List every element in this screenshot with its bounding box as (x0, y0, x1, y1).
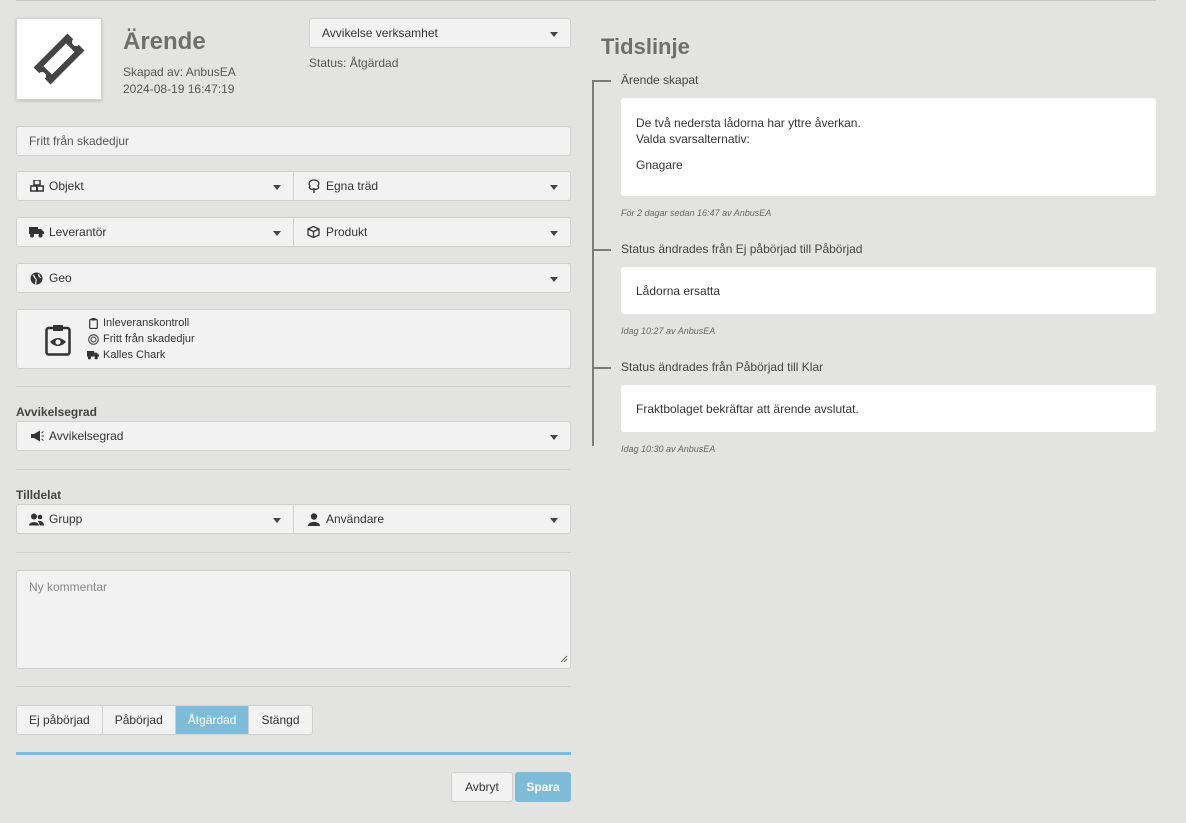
divider (16, 552, 571, 553)
chevron-down-icon (550, 518, 558, 523)
timeline-event-footer: Idag 10:27 av AnbusEA (621, 326, 716, 336)
globe-icon (29, 271, 44, 285)
created-by: Skapad av: AnbusEA (123, 65, 236, 79)
page-title: Ärende (123, 28, 206, 55)
objekt-label: Objekt (49, 179, 84, 193)
timeline-event-text: Valda svarsalternativ: (636, 132, 750, 146)
timeline-event-text: Fraktbolaget bekräftar att ärende avslut… (636, 402, 859, 416)
timeline-line (592, 80, 594, 446)
checkpoint-lines: Inleveranskontroll Fritt från skadedjur … (87, 315, 195, 363)
subject-input[interactable]: Fritt från skadedjur (16, 126, 571, 156)
truck-icon (87, 349, 99, 361)
chevron-down-icon (273, 185, 281, 190)
produkt-label: Produkt (326, 225, 368, 239)
chevron-down-icon (273, 518, 281, 523)
accent-bar (16, 752, 571, 755)
egna-trad-label: Egna träd (326, 179, 379, 193)
timeline-event-text: Lådorna ersatta (636, 284, 721, 298)
info-line-text: Inleveranskontroll (103, 317, 190, 329)
avvikelsegrad-label: Avvikelsegrad (49, 429, 124, 443)
egna-trad-select[interactable]: Egna träd (293, 171, 571, 201)
status-option-stangd[interactable]: Stängd (249, 706, 311, 734)
divider (16, 386, 571, 387)
timeline-event-card: De två nedersta lådorna har yttre åverka… (621, 98, 1156, 196)
cancel-button[interactable]: Avbryt (451, 772, 513, 802)
info-line: Fritt från skadedjur (87, 331, 195, 347)
grupp-label: Grupp (49, 512, 83, 526)
top-divider (16, 0, 1156, 1)
timeline-event-footer: Idag 10:30 av AnbusEA (621, 444, 716, 454)
comment-placeholder: Ny kommentar (29, 580, 108, 594)
geo-select[interactable]: Geo (16, 263, 571, 293)
chevron-down-icon (550, 231, 558, 236)
timeline-event-answer: Gnagare (636, 158, 683, 172)
timeline-tick (592, 80, 611, 82)
created-at: 2024-08-19 16:47:19 (123, 82, 235, 96)
status-text: Status: Åtgärdad (309, 56, 399, 70)
timeline-event-heading: Status ändrades från Påbörjad till Klar (621, 360, 824, 374)
ticket-icon-box (16, 18, 102, 100)
timeline-tick (592, 249, 611, 251)
status-option-ej-paborjad[interactable]: Ej påbörjad (17, 706, 103, 734)
chevron-down-icon (550, 277, 558, 282)
user-icon (306, 512, 321, 526)
checkpoint-info: Inleveranskontroll Fritt från skadedjur … (16, 309, 571, 369)
clipboard-icon (87, 317, 99, 329)
chevron-down-icon (550, 435, 558, 440)
chevron-down-icon (550, 32, 558, 37)
clipboard-eye-icon (45, 324, 71, 359)
timeline-event-text: De två nedersta lådorna har yttre åverka… (636, 116, 861, 130)
divider (16, 469, 571, 470)
cubes-icon (29, 179, 44, 193)
status-option-atgardad[interactable]: Åtgärdad (175, 706, 250, 734)
info-line-text: Kalles Chark (103, 349, 166, 361)
ticket-icon (33, 33, 85, 85)
leverantor-label: Leverantör (49, 225, 107, 239)
geo-label: Geo (49, 271, 72, 285)
timeline-event-card: Lådorna ersatta (621, 267, 1156, 314)
grupp-select[interactable]: Grupp (16, 504, 294, 534)
info-line-text: Fritt från skadedjur (103, 333, 195, 345)
status-segmented-control: Ej påbörjad Påbörjad Åtgärdad Stängd (16, 705, 313, 735)
timeline-tick (592, 367, 611, 369)
anvandare-select[interactable]: Användare (293, 504, 571, 534)
megaphone-icon (29, 429, 44, 443)
timeline-event-footer: För 2 dagar sedan 16:47 av AnbusEA (621, 208, 772, 218)
chevron-down-icon (273, 231, 281, 236)
produkt-select[interactable]: Produkt (293, 217, 571, 247)
anvandare-label: Användare (326, 512, 385, 526)
target-icon (87, 333, 99, 345)
leverantor-select[interactable]: Leverantör (16, 217, 294, 247)
tilldelat-heading: Tilldelat (16, 488, 62, 502)
category-select-value: Avvikelse verksamhet (322, 26, 438, 40)
timeline-title: Tidslinje (601, 34, 690, 59)
comment-textarea[interactable]: Ny kommentar (16, 570, 571, 669)
objekt-select[interactable]: Objekt (16, 171, 294, 201)
box-icon (306, 225, 321, 239)
tree-icon (306, 179, 321, 193)
avvikelsegrad-select[interactable]: Avvikelsegrad (16, 421, 571, 451)
timeline-event-card: Fraktbolaget bekräftar att ärende avslut… (621, 385, 1156, 432)
resize-handle-icon[interactable] (560, 652, 568, 666)
info-line: Inleveranskontroll (87, 315, 195, 331)
category-select[interactable]: Avvikelse verksamhet (309, 18, 571, 48)
info-line: Kalles Chark (87, 347, 195, 363)
chevron-down-icon (550, 185, 558, 190)
timeline-event-heading: Ärende skapat (621, 73, 699, 87)
avvikelsegrad-heading: Avvikelsegrad (16, 405, 97, 419)
save-button[interactable]: Spara (515, 772, 571, 802)
divider (16, 686, 571, 687)
users-icon (29, 512, 44, 526)
truck-icon (29, 225, 44, 239)
timeline-event-heading: Status ändrades från Ej påbörjad till På… (621, 242, 863, 256)
status-option-paborjad[interactable]: Påbörjad (103, 706, 176, 734)
